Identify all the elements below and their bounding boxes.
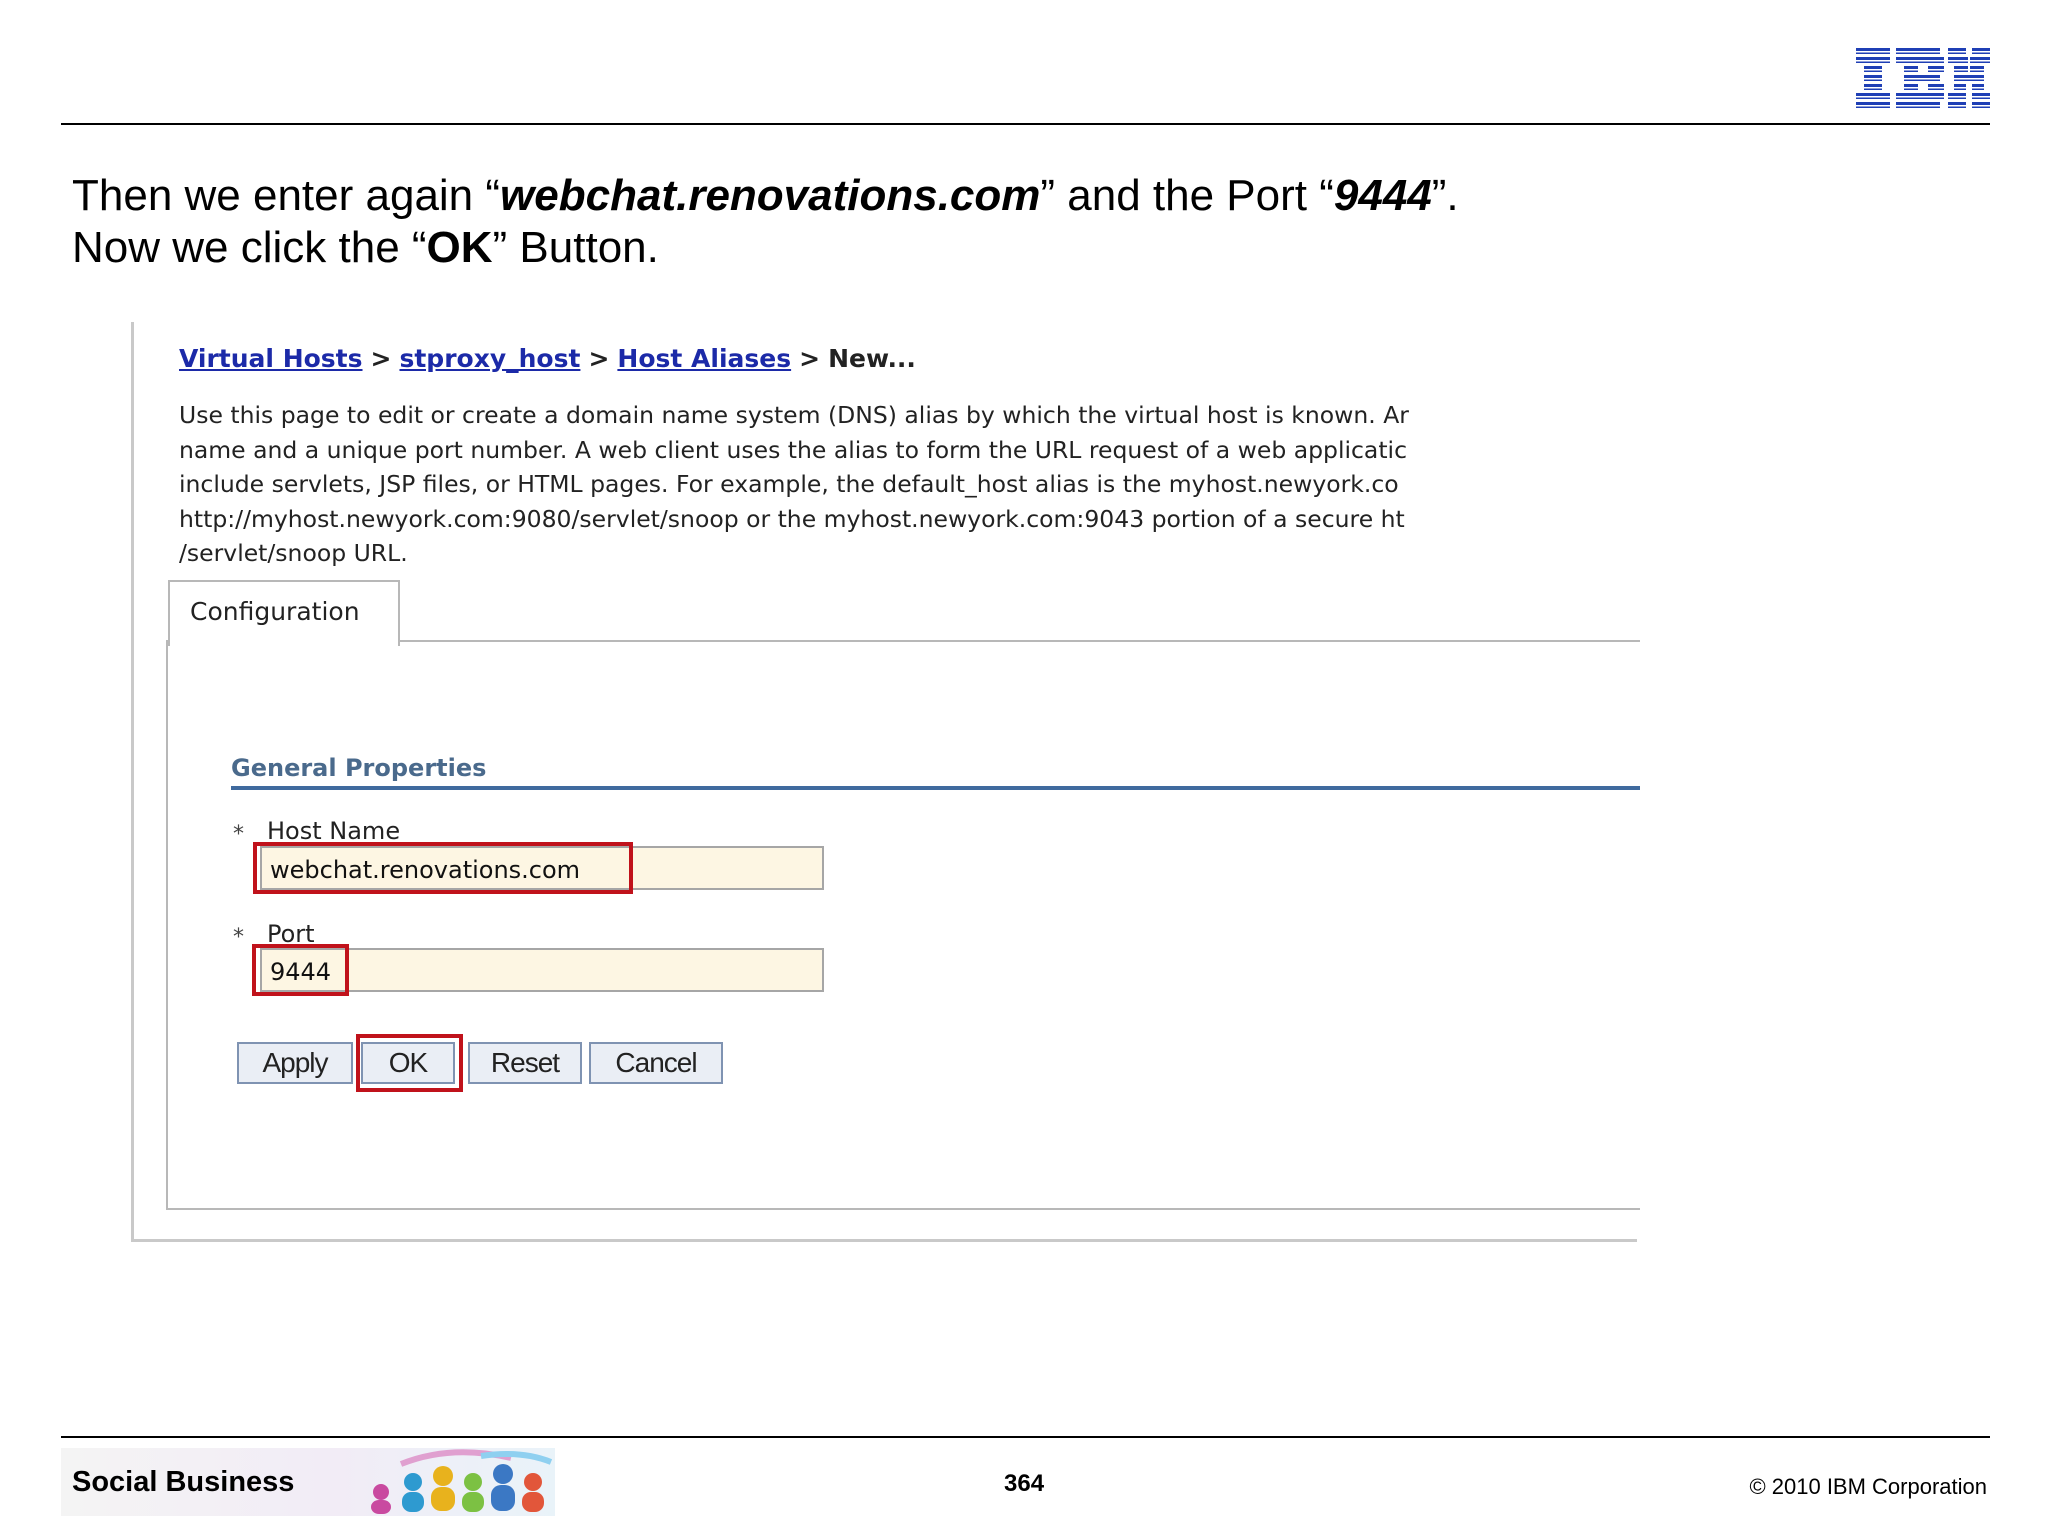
host-name-label: Host Name	[267, 817, 401, 845]
cancel-button[interactable]: Cancel	[589, 1042, 723, 1084]
copyright: © 2010 IBM Corporation	[1749, 1474, 1987, 1499]
social-business-banner: Social Business	[61, 1448, 555, 1516]
required-icon: *	[233, 822, 244, 847]
reset-button[interactable]: Reset	[468, 1042, 582, 1084]
description-line: name and a unique port number. A web cli…	[179, 435, 1407, 464]
people-graphic-icon	[371, 1449, 553, 1514]
page-number: 364	[1004, 1470, 1045, 1497]
instruction-port: 9444	[1333, 171, 1432, 220]
instruction-host: webchat.renovations.com	[500, 171, 1041, 220]
breadcrumb-separator: >	[370, 344, 392, 373]
description-line: Use this page to edit or create a domain…	[179, 401, 1409, 429]
breadcrumb-virtual-hosts-link[interactable]: Virtual Hosts	[179, 344, 363, 373]
ok-button[interactable]: OK	[361, 1042, 455, 1084]
required-icon: *	[233, 925, 244, 950]
header-rule	[61, 123, 1990, 125]
breadcrumb-current: New...	[828, 344, 916, 373]
general-properties-heading: General Properties	[231, 754, 487, 782]
section-divider	[231, 786, 1640, 790]
tab-configuration[interactable]: Configuration	[168, 580, 400, 646]
breadcrumb: Virtual Hosts > stproxy_host > Host Aliases >…	[179, 344, 916, 373]
port-input[interactable]: 9444	[260, 948, 824, 992]
description-line: http://myhost.newyork.com:9080/servlet/s…	[179, 504, 1405, 533]
breadcrumb-separator: >	[588, 344, 610, 373]
host-name-input[interactable]: webchat.renovations.com	[260, 846, 824, 890]
instruction-text: Then we enter again “webchat.renovations…	[72, 170, 1872, 274]
configuration-panel	[166, 640, 1640, 1210]
instruction-line-1: Then we enter again “webchat.renovations…	[72, 171, 1459, 220]
breadcrumb-separator: >	[799, 344, 821, 373]
ibm-logo	[1856, 48, 1990, 108]
console-screenshot: Virtual Hosts > stproxy_host > Host Aliases >…	[131, 322, 1640, 1242]
description-line: include servlets, JSP files, or HTML pag…	[179, 470, 1399, 498]
instruction-line-2: Now we click the “OK” Button.	[72, 223, 659, 272]
brand-label: Social Business	[72, 1466, 295, 1498]
port-label: Port	[267, 920, 315, 948]
breadcrumb-host-aliases-link[interactable]: Host Aliases	[617, 344, 791, 373]
apply-button[interactable]: Apply	[237, 1042, 353, 1084]
breadcrumb-stproxy-host-link[interactable]: stproxy_host	[399, 344, 580, 373]
page-description: Use this page to edit or create a domain…	[179, 398, 1639, 571]
footer-rule	[61, 1436, 1990, 1438]
instruction-button: OK	[426, 223, 493, 272]
description-line: /servlet/snoop URL.	[179, 539, 408, 567]
